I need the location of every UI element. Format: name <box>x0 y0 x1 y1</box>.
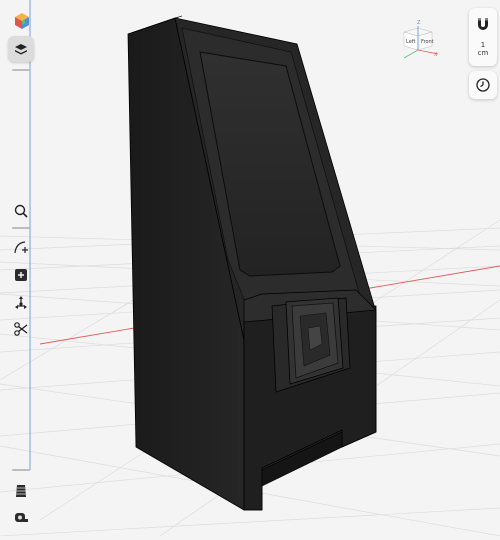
app-logo-button[interactable] <box>9 8 35 34</box>
toolbar-separator <box>12 227 30 229</box>
layers-icon <box>15 44 27 55</box>
magnet-icon <box>478 18 488 30</box>
add-primitive-button[interactable] <box>8 262 34 288</box>
search-button[interactable] <box>8 198 34 224</box>
toolbar-separator <box>12 469 30 471</box>
clock-icon <box>476 78 490 92</box>
cube-face-left[interactable]: Left <box>406 39 415 45</box>
grid-units-value: 1 <box>480 41 486 49</box>
history-button[interactable] <box>469 71 497 99</box>
grid-units-display[interactable]: 1 cm <box>469 41 497 57</box>
color-cube-icon <box>15 13 29 29</box>
cube-face-front[interactable]: Front <box>421 39 434 45</box>
axis-z-label: Z <box>417 20 421 26</box>
layers-button[interactable] <box>8 36 34 62</box>
arcade-cabinet-model[interactable] <box>127 15 377 511</box>
tape-measure-icon <box>15 513 28 522</box>
toolbar-separator <box>12 69 30 71</box>
grid-units-unit: cm <box>477 49 489 57</box>
mesh-view-button[interactable] <box>8 478 34 504</box>
3d-viewport[interactable]: Z X Left Front 1 cm <box>0 0 500 537</box>
transform-button[interactable] <box>8 289 34 315</box>
view-cube[interactable]: Z X Left Front <box>398 20 440 64</box>
measure-button[interactable] <box>8 504 34 530</box>
scissors-tools-icon <box>14 322 28 336</box>
sketch-button[interactable] <box>8 234 34 260</box>
add-plus-icon <box>15 269 27 281</box>
magnifier-icon <box>14 204 28 218</box>
sketch-curve-plus-icon <box>14 241 28 254</box>
scene-canvas[interactable] <box>0 0 500 537</box>
snap-toggle[interactable] <box>475 16 491 36</box>
axis-x-label: X <box>434 52 438 58</box>
transform-icon <box>15 296 27 309</box>
striped-mesh-icon <box>16 485 26 497</box>
tools-button[interactable] <box>8 316 34 342</box>
snap-units-panel[interactable]: 1 cm <box>469 8 497 66</box>
